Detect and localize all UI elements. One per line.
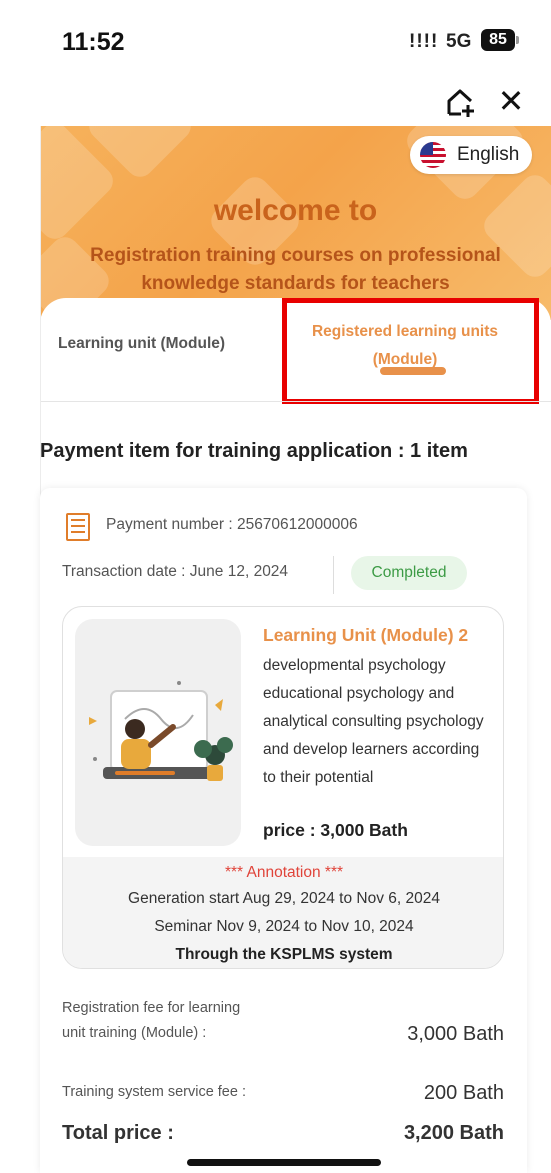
home-indicator[interactable]	[187, 1159, 381, 1166]
annotation-box: *** Annotation *** Generation start Aug …	[63, 857, 503, 968]
section-title: Payment item for training application : …	[40, 440, 468, 462]
total-price-value: 3,200 Bath	[403, 1122, 504, 1144]
hero-title: Registration training courses on profess…	[90, 245, 501, 294]
service-fee-label: Training system service fee :	[62, 1084, 246, 1100]
module-card[interactable]: Learning Unit (Module) 2 developmental p…	[62, 606, 504, 969]
status-time: 11:52	[62, 28, 125, 56]
language-label: English	[457, 144, 520, 165]
divider	[40, 401, 551, 402]
close-icon[interactable]: ✕	[493, 82, 529, 120]
registration-fee-label: Registration fee for learning unit train…	[62, 1000, 241, 1041]
status-bar: 11:52 !!!! 5G 85	[0, 0, 551, 82]
highlight-annotation-box	[282, 298, 539, 404]
system-note: Through the KSPLMS system	[175, 946, 393, 963]
battery-tip	[516, 36, 519, 44]
language-button[interactable]: English	[410, 136, 532, 174]
registration-fee-value: 3,000 Bath	[407, 1023, 504, 1045]
network-type: 5G	[446, 31, 472, 52]
add-to-home-icon[interactable]	[444, 84, 480, 120]
module-illustration	[75, 619, 241, 846]
battery-icon: 85	[481, 29, 515, 51]
receipt-icon	[66, 513, 90, 541]
welcome-heading: welcome to	[213, 194, 378, 227]
module-title: Learning Unit (Module) 2	[263, 625, 469, 645]
signal-icon: !!!!	[409, 31, 439, 52]
us-flag-icon	[420, 142, 446, 168]
module-price: price : 3,000 Bath	[263, 820, 408, 840]
status-badge: Completed	[351, 556, 467, 590]
service-fee-value: 200 Bath	[423, 1082, 504, 1104]
annotation-title: *** Annotation ***	[224, 864, 344, 881]
module-description: developmental psychology educational psy…	[263, 657, 484, 786]
generation-dates: Generation start Aug 29, 2024 to Nov 6, …	[128, 890, 440, 907]
payment-number: Payment number : 25670612000006	[106, 516, 358, 533]
vertical-divider	[333, 556, 334, 594]
top-bar: ✕	[0, 82, 551, 126]
tab-learning-unit[interactable]: Learning unit (Module)	[58, 335, 225, 353]
transaction-date: Transaction date : June 12, 2024	[62, 563, 289, 580]
total-price-label: Total price :	[62, 1122, 174, 1144]
seminar-dates: Seminar Nov 9, 2024 to Nov 10, 2024	[154, 918, 414, 935]
